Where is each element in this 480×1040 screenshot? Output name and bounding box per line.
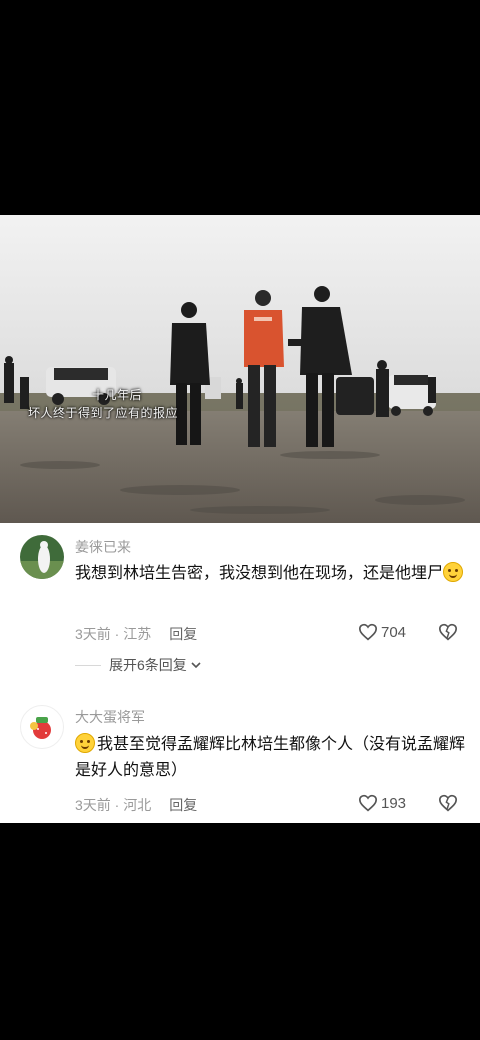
comment-text-content: 我甚至觉得孟耀辉比林培生都像个人（没有说孟耀辉是好人的意思） — [75, 736, 466, 779]
reply-button[interactable]: 回复 — [169, 626, 197, 642]
dislike-button[interactable] — [438, 794, 458, 817]
comment-username[interactable]: 姜徕已来 — [75, 537, 131, 557]
smile-emoji-icon — [443, 562, 464, 582]
video-subtitle-line1: 十几年后 — [92, 388, 143, 402]
comment-time: 3天前 — [75, 797, 111, 813]
chevron-down-icon — [191, 662, 201, 669]
comment-time: 3天前 — [75, 626, 111, 642]
like-button[interactable]: 193 — [358, 794, 406, 812]
comment-location: 河北 — [123, 797, 152, 813]
avatar[interactable] — [20, 705, 64, 749]
avatar[interactable] — [20, 535, 64, 579]
broken-heart-icon — [438, 794, 458, 812]
like-count: 704 — [381, 623, 407, 641]
heart-outline-icon — [358, 623, 378, 641]
expand-replies-button[interactable]: 展开6条回复 — [75, 655, 202, 675]
comment-location: 江苏 — [123, 626, 152, 642]
dislike-button[interactable] — [438, 623, 458, 646]
post-card: 十几年后 坏人终于得到了应有的报应 姜徕已来 我想到林培生告密，我没想到他在现场… — [0, 215, 480, 823]
comment-username[interactable]: 大大蛋将军 — [75, 707, 145, 727]
smile-emoji-icon — [75, 733, 95, 753]
divider-line — [75, 664, 101, 666]
comment-text: 我甚至觉得孟耀辉比林培生都像个人（没有说孟耀辉是好人的意思） — [75, 732, 465, 784]
comment-meta: 3天前 · 河北 回复 — [75, 797, 198, 813]
broken-heart-icon — [438, 623, 458, 641]
reply-button[interactable]: 回复 — [169, 797, 197, 813]
comment-meta: 3天前 · 江苏 回复 — [75, 626, 198, 642]
comment-text: 我想到林培生告密，我没想到他在现场，还是他埋尸 — [75, 561, 465, 587]
video-subtitle-line2: 坏人终于得到了应有的报应 — [28, 406, 179, 420]
like-count: 193 — [381, 794, 407, 812]
video-scene — [0, 215, 480, 523]
comment-text-content: 我想到林培生告密，我没想到他在现场，还是他埋尸 — [75, 565, 444, 582]
video-frame[interactable]: 十几年后 坏人终于得到了应有的报应 — [0, 215, 480, 523]
expand-replies-label: 展开6条回复 — [109, 657, 187, 673]
heart-outline-icon — [358, 794, 378, 812]
like-button[interactable]: 704 — [358, 623, 406, 641]
